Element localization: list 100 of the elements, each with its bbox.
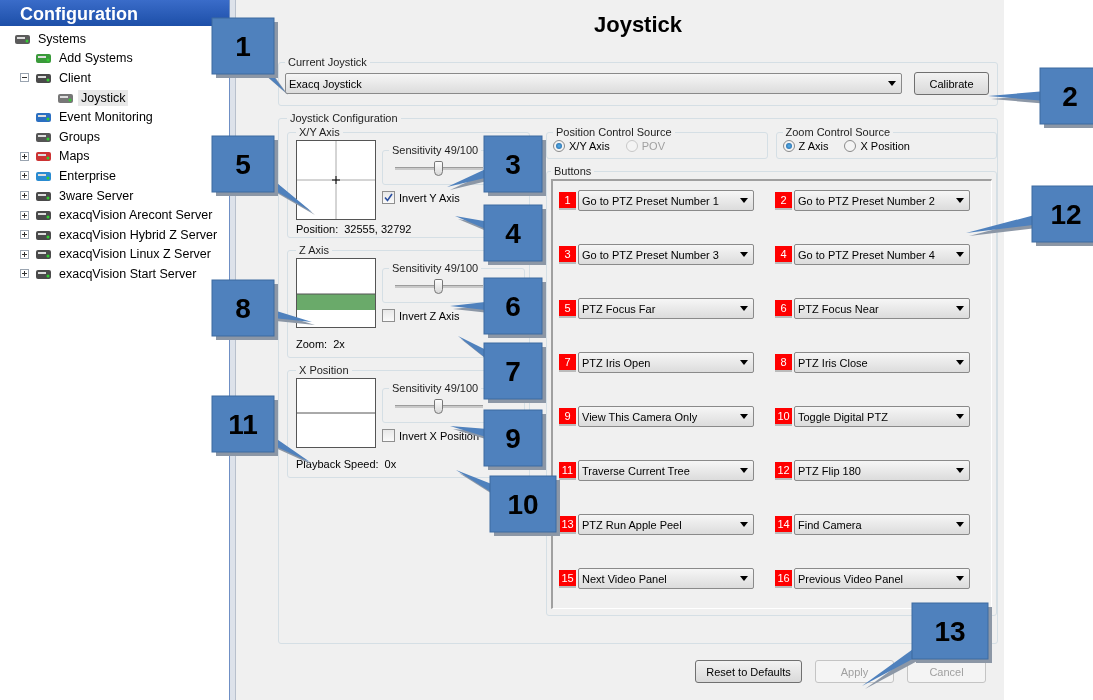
caret-icon [740, 360, 748, 365]
page-title: Joystick [592, 12, 684, 39]
group-title: Buttons [553, 165, 593, 177]
callout-number: 4 [505, 218, 521, 249]
slider[interactable] [395, 158, 483, 178]
radio-button[interactable] [553, 140, 565, 152]
callout-box [483, 135, 546, 196]
expand-icon[interactable] [20, 151, 29, 161]
button-number: 16 [775, 570, 792, 588]
caret-icon [740, 198, 748, 203]
button-number: 9 [559, 408, 576, 426]
action-dropdown[interactable]: Toggle Digital PTZ [794, 406, 970, 427]
checkbox[interactable] [382, 191, 395, 204]
callout-number: 1 [235, 31, 251, 62]
callout-number: 10 [507, 489, 539, 520]
group-title: X Position [298, 364, 350, 376]
caret-icon [740, 414, 748, 419]
group-title: Sensitivity 49/100 [391, 382, 480, 394]
radio-button[interactable] [844, 140, 857, 152]
callout-number: 13 [934, 616, 966, 647]
action-dropdown[interactable]: PTZ Focus Far [578, 298, 754, 319]
radio-label: POV [641, 140, 665, 152]
caret-icon [956, 414, 964, 419]
expand-icon[interactable] [20, 230, 29, 240]
caret-icon [956, 522, 964, 527]
collapse-icon[interactable] [20, 73, 29, 83]
expand-icon[interactable] [20, 171, 29, 181]
slider[interactable] [395, 396, 483, 416]
caret-icon [740, 252, 748, 257]
checkbox[interactable] [382, 309, 395, 322]
tree-item[interactable]: exacqVision Start Server [56, 265, 200, 282]
button-number: 4 [775, 246, 792, 264]
action-dropdown[interactable]: Find Camera [794, 514, 970, 535]
button-number: 12 [775, 462, 792, 480]
expand-icon[interactable] [20, 191, 29, 201]
readout-label: Playback Speed: [296, 458, 379, 470]
tree-item[interactable]: Client [56, 70, 94, 86]
action-dropdown[interactable]: Previous Video Panel [794, 568, 970, 589]
slider-thumb[interactable] [434, 399, 444, 414]
readout-value: 0x [384, 458, 397, 470]
expand-icon[interactable] [20, 269, 29, 279]
tree-item[interactable]: Enterprise [56, 167, 119, 184]
group-title: Position Control Source [555, 126, 673, 138]
callout-number: 12 [1050, 199, 1082, 230]
tree-item[interactable]: Add Systems [56, 50, 136, 67]
checkbox-label: Invert Z Axis [399, 309, 460, 322]
tree-item[interactable]: 3ware Server [56, 187, 137, 204]
button-number: 2 [775, 192, 792, 210]
action-dropdown[interactable]: PTZ Run Apple Peel [578, 514, 754, 535]
action-dropdown[interactable]: Go to PTZ Preset Number 2 [794, 190, 970, 211]
tree-item[interactable]: exacqVision Hybrid Z Server [56, 226, 221, 243]
action-dropdown[interactable]: Go to PTZ Preset Number 1 [578, 190, 754, 211]
action-dropdown[interactable]: PTZ Focus Near [794, 298, 970, 319]
callout-number: 7 [505, 356, 521, 387]
group-title: Joystick Configuration [289, 112, 399, 124]
slider-thumb[interactable] [434, 279, 444, 294]
caret-icon [740, 576, 748, 581]
checkbox[interactable] [382, 429, 395, 442]
readout-value: 32555, 32792 [344, 223, 412, 235]
callout-box [483, 277, 546, 338]
action-dropdown[interactable]: PTZ Iris Open [578, 352, 754, 373]
action-dropdown[interactable]: View This Camera Only [578, 406, 754, 427]
action-dropdown[interactable]: Traverse Current Tree [578, 460, 754, 481]
callout-number: 11 [228, 409, 258, 440]
slider-thumb[interactable] [434, 161, 444, 176]
group-title: Current Joystick [287, 56, 368, 68]
tree-item[interactable]: Groups [56, 128, 103, 145]
tree-item[interactable]: Event Monitoring [56, 109, 156, 126]
caret-icon [740, 468, 748, 473]
joystick-dropdown[interactable]: Exacq Joystick [285, 73, 902, 94]
expand-icon[interactable] [20, 249, 29, 259]
group-title: Sensitivity 49/100 [391, 262, 480, 274]
slider[interactable] [395, 276, 483, 296]
expand-icon[interactable] [20, 210, 29, 220]
footer-button[interactable]: Reset to Defaults [695, 660, 802, 683]
tree-item[interactable]: Systems [35, 30, 89, 47]
tree-item[interactable]: exacqVision Linux Z Server [56, 246, 214, 263]
group-title: Zoom Control Source [784, 126, 892, 138]
action-dropdown[interactable]: Go to PTZ Preset Number 4 [794, 244, 970, 265]
button-number: 5 [559, 300, 576, 318]
action-dropdown[interactable]: Next Video Panel [578, 568, 754, 589]
readout-label: Position: [296, 223, 339, 235]
tree-item[interactable]: Joystick [78, 89, 129, 106]
tree-item[interactable]: exacqVision Arecont Server [56, 207, 216, 224]
action-dropdown[interactable]: Go to PTZ Preset Number 3 [578, 244, 754, 265]
tree-item[interactable]: Maps [56, 148, 93, 165]
caret-icon [956, 198, 964, 203]
group-title: X/Y Axis [298, 126, 341, 138]
radio-label: X/Y Axis [569, 140, 610, 152]
action-dropdown[interactable]: PTZ Iris Close [794, 352, 970, 373]
calibrate-button[interactable]: Calibrate [914, 72, 989, 95]
readout-label: Zoom: [296, 338, 328, 350]
button-number: 6 [775, 300, 792, 318]
button-number: 11 [559, 462, 576, 480]
callout-box [1031, 185, 1093, 246]
callout-number: 3 [505, 149, 521, 180]
radio-button[interactable] [782, 140, 795, 152]
radio-label: Z Axis [798, 140, 829, 152]
action-dropdown[interactable]: PTZ Flip 180 [794, 460, 970, 481]
button-number: 14 [775, 516, 792, 534]
